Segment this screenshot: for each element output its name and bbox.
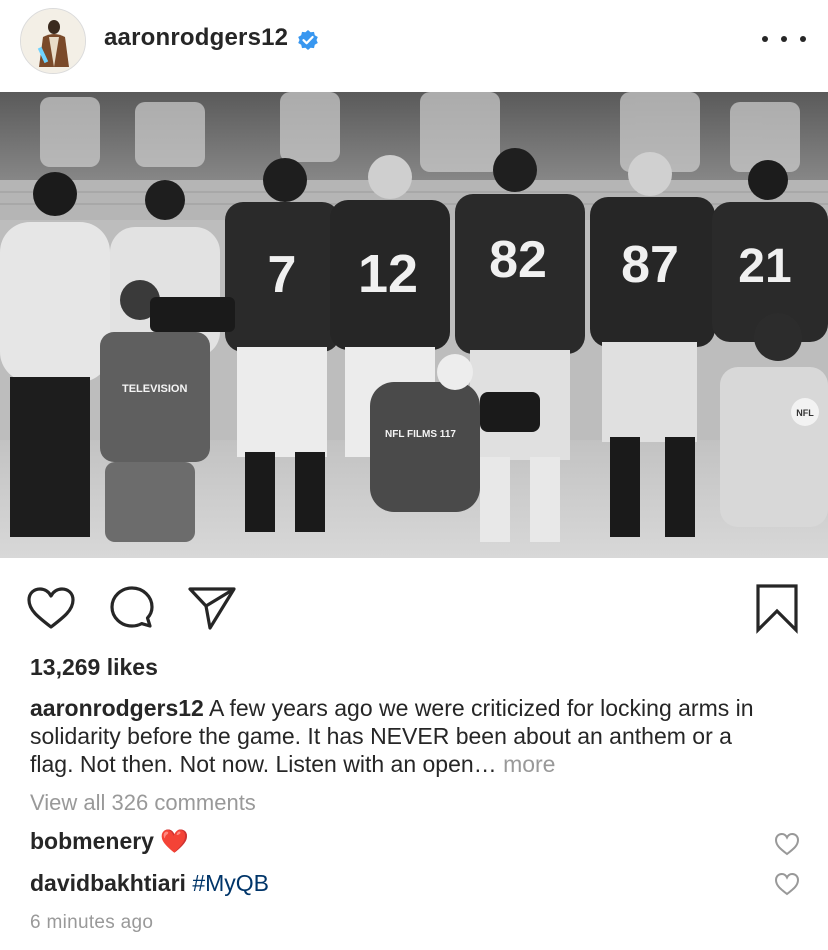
- caption-more-link[interactable]: more: [503, 751, 555, 777]
- post-timestamp: 6 minutes ago: [30, 912, 154, 933]
- comment-username[interactable]: bobmenery: [30, 828, 154, 854]
- avatar-illustration: [21, 9, 85, 73]
- paper-plane-icon[interactable]: [186, 584, 238, 632]
- verified-badge-icon: [298, 30, 318, 50]
- likes-count[interactable]: 13,269 likes: [30, 654, 158, 681]
- nfl-badge-label: NFL: [796, 408, 814, 418]
- more-options-button[interactable]: [762, 26, 806, 52]
- comment-username[interactable]: davidbakhtiari: [30, 870, 186, 896]
- comment-hashtag[interactable]: #MyQB: [192, 870, 269, 896]
- heart-icon[interactable]: [26, 586, 76, 630]
- comment-icon[interactable]: [108, 584, 156, 632]
- comment-row: bobmenery ❤️: [30, 828, 189, 855]
- caption: aaronrodgers12 A few years ago we were c…: [30, 694, 770, 778]
- comment-like-heart-icon[interactable]: [774, 872, 800, 896]
- jersey-number: 82: [489, 231, 547, 289]
- action-bar: [0, 570, 828, 640]
- jersey-number: 7: [268, 246, 297, 304]
- jersey-number: 21: [738, 240, 791, 293]
- post-photo[interactable]: 7 12 82 87 21 TELEVISION NFL FILMS 117 N…: [0, 92, 828, 558]
- team-photo-illustration: 7 12 82 87 21 TELEVISION NFL FILMS 117 N…: [0, 92, 828, 558]
- comment-row: davidbakhtiari #MyQB: [30, 870, 269, 897]
- dot-icon: [762, 36, 768, 42]
- profile-avatar[interactable]: [20, 8, 86, 74]
- dot-icon: [781, 36, 787, 42]
- comment-like-heart-icon[interactable]: [774, 832, 800, 856]
- dot-icon: [800, 36, 806, 42]
- post-username[interactable]: aaronrodgers12: [104, 24, 288, 52]
- comment-emoji: ❤️: [160, 828, 190, 854]
- jersey-number: 87: [621, 236, 679, 294]
- view-all-comments-link[interactable]: View all 326 comments: [30, 790, 256, 816]
- bookmark-icon[interactable]: [754, 582, 800, 634]
- jersey-number: 12: [358, 244, 418, 304]
- caption-username[interactable]: aaronrodgers12: [30, 695, 204, 721]
- vest-label-2: NFL FILMS 117: [385, 429, 456, 440]
- post-header: aaronrodgers12: [0, 0, 828, 92]
- vest-label: TELEVISION: [122, 383, 187, 395]
